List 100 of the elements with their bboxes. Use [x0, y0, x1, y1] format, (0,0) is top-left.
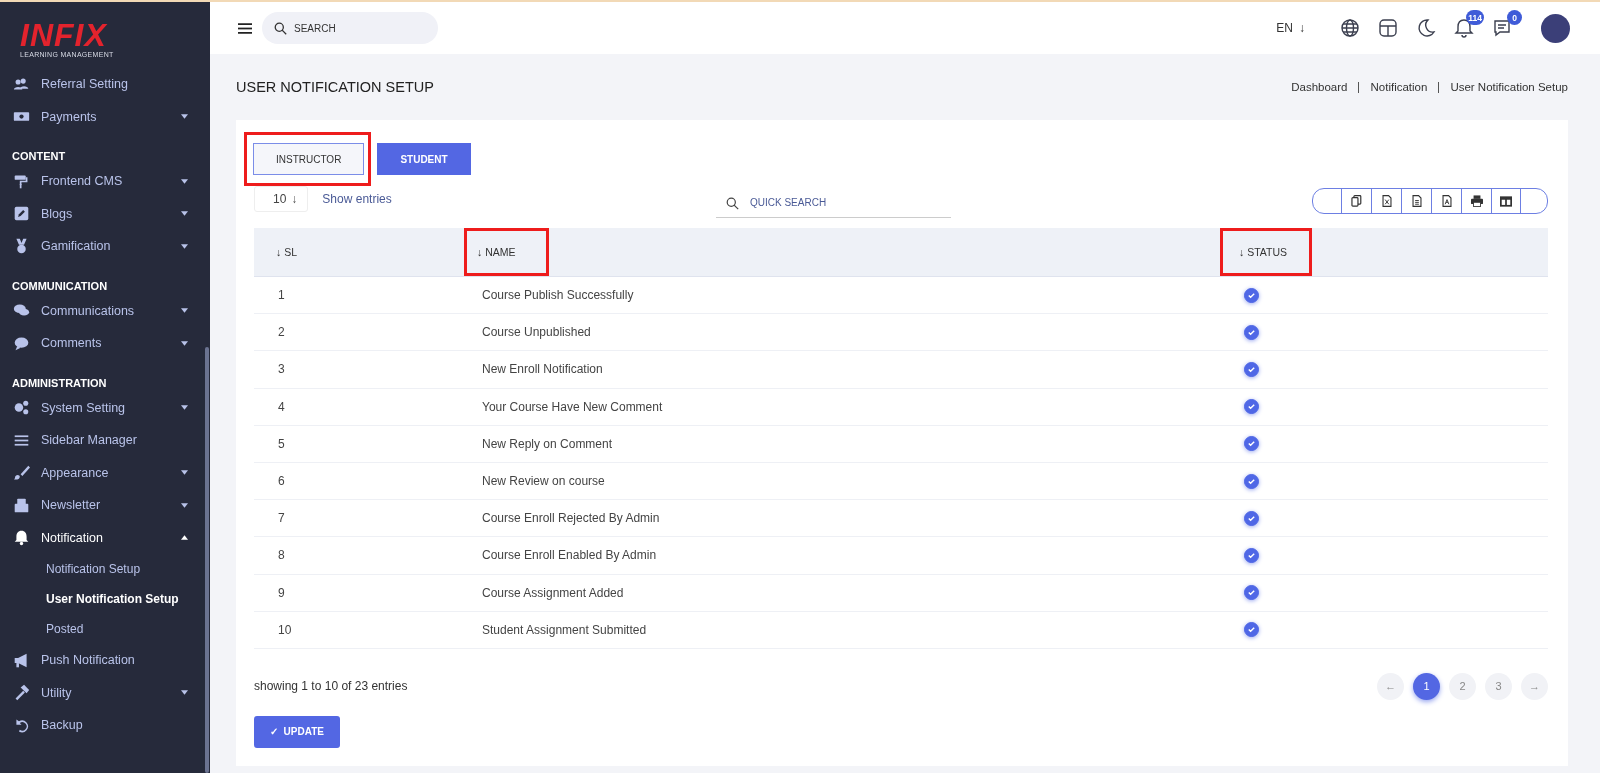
breadcrumb-link[interactable]: Notification — [1370, 81, 1428, 93]
sidebar-subitem[interactable]: Notification Setup — [0, 554, 210, 584]
sidebar-item[interactable]: Communications — [0, 294, 210, 327]
table-cell: New Enroll Notification — [482, 362, 603, 377]
search-icon — [726, 196, 739, 210]
breadcrumb-link[interactable]: User Notification Setup — [1450, 81, 1568, 93]
sidebar-item[interactable]: Comments — [0, 327, 210, 360]
sidebar-item[interactable]: Notification — [0, 521, 210, 554]
sidebar-item[interactable]: Newsletter — [0, 489, 210, 522]
search-field[interactable]: SEARCH — [262, 12, 438, 44]
table-cell: 3 — [278, 362, 285, 377]
check-icon — [1247, 625, 1256, 635]
table-cell: 8 — [278, 548, 285, 563]
checkbox[interactable] — [1244, 287, 1259, 303]
tab[interactable]: INSTRUCTOR — [253, 143, 365, 175]
column-header[interactable]: ↓ SL — [276, 246, 297, 258]
page-button[interactable]: 1 — [1413, 672, 1440, 700]
table-cell: New Reply on Comment — [482, 436, 613, 451]
bell-icon — [12, 529, 31, 547]
moon-icon[interactable] — [1416, 18, 1436, 38]
table-cell: 5 — [278, 436, 285, 451]
table-cell: 6 — [278, 474, 285, 489]
sidebar-item[interactable]: Sidebar Manager — [0, 424, 210, 457]
sidebar-item[interactable]: Backup — [0, 709, 210, 742]
gears-icon — [12, 399, 31, 417]
table-cell: 4 — [278, 399, 285, 414]
table-cell: Course Publish Successfully — [482, 288, 634, 303]
table-cell: 1 — [278, 288, 285, 303]
sidebar-item[interactable]: Utility — [0, 676, 210, 709]
check-icon — [1247, 476, 1256, 486]
chat-icon[interactable] — [1492, 18, 1512, 38]
table-cell: Course Enroll Enabled By Admin — [482, 548, 657, 563]
checkbox[interactable] — [1244, 436, 1259, 452]
update-button[interactable]: ✓ UPDATE — [254, 715, 340, 748]
table-cell: Course Enroll Rejected By Admin — [482, 511, 660, 526]
table-cell: Student Assignment Submitted — [482, 622, 647, 637]
checkbox[interactable] — [1244, 361, 1259, 377]
sidebar-item[interactable]: Push Notification — [0, 644, 210, 677]
excel-file-icon — [1381, 195, 1392, 207]
printer-icon — [1470, 195, 1483, 207]
sidebar-item[interactable]: Appearance — [0, 456, 210, 489]
table-cell: Your Course Have New Comment — [482, 399, 663, 414]
document-icon — [1411, 195, 1422, 207]
check-icon — [1247, 402, 1256, 412]
table-cell: 7 — [278, 511, 285, 526]
checkbox[interactable] — [1244, 324, 1259, 340]
sidebar-item[interactable]: Payments — [0, 100, 210, 133]
layout-icon[interactable] — [1378, 18, 1398, 38]
columns-icon — [1500, 195, 1512, 207]
entries-select[interactable]: 10 ↓ — [254, 186, 309, 212]
scrollbar[interactable] — [205, 347, 209, 773]
globe-icon[interactable] — [1340, 18, 1360, 38]
pencil-icon — [12, 205, 31, 223]
check-icon — [1247, 439, 1256, 449]
sidebar-subitem[interactable]: Posted — [0, 614, 210, 644]
language-selector[interactable]: EN ↓ — [1276, 21, 1305, 35]
page-title: USER NOTIFICATION SETUP — [236, 79, 434, 95]
copy-icon — [1351, 195, 1362, 207]
sidebar-item[interactable]: System Setting — [0, 391, 210, 424]
sidebar-subitem[interactable]: User Notification Setup — [0, 584, 210, 614]
checkbox[interactable] — [1244, 622, 1259, 638]
table-cell: 10 — [278, 622, 292, 637]
table-cell: 9 — [278, 585, 285, 600]
checkbox[interactable] — [1244, 547, 1259, 563]
checkbox[interactable] — [1244, 510, 1259, 526]
check-icon — [1247, 364, 1256, 374]
search-icon — [274, 21, 287, 35]
checkbox[interactable] — [1244, 585, 1259, 601]
notification-badge: 114 — [1466, 10, 1484, 25]
breadcrumb-link[interactable]: Dashboard — [1291, 81, 1348, 93]
sidebar-item[interactable]: Gamification — [0, 230, 210, 263]
column-header[interactable]: ↓ NAME — [477, 246, 516, 258]
mail-icon — [12, 496, 31, 514]
checkbox[interactable] — [1244, 399, 1259, 415]
check-icon — [1247, 588, 1256, 598]
section-heading: ADMINISTRATION — [11, 375, 108, 391]
brush-icon — [12, 464, 31, 482]
check-icon — [1247, 327, 1256, 337]
section-heading: COMMUNICATION — [11, 278, 109, 294]
check-icon — [1247, 290, 1256, 300]
sidebar-item[interactable]: Blogs — [0, 197, 210, 230]
entries-label: Show entries — [322, 192, 392, 206]
entries-summary: showing 1 to 10 of 23 entries — [254, 679, 408, 694]
menu-icon[interactable] — [238, 21, 252, 35]
check-icon — [1247, 550, 1256, 560]
user-avatar[interactable] — [1541, 13, 1570, 43]
column-header[interactable]: ↓ STATUS — [1239, 246, 1288, 258]
section-heading: CONTENT — [11, 149, 67, 164]
tab[interactable]: STUDENT — [377, 143, 471, 175]
message-badge: 0 — [1507, 10, 1522, 25]
checkbox[interactable] — [1244, 473, 1259, 489]
sidebar-item[interactable]: Referral Setting — [0, 68, 210, 101]
table-cell: New Review on course — [482, 474, 605, 489]
check-icon — [1247, 513, 1256, 523]
columns-button[interactable] — [1491, 189, 1521, 213]
table-cell: 2 — [278, 325, 285, 340]
table-cell: Course Assignment Added — [482, 585, 624, 600]
pdf-file-icon — [1441, 195, 1452, 207]
table-cell: Course Unpublished — [482, 325, 591, 340]
sidebar-item[interactable]: Frontend CMS — [0, 165, 210, 198]
